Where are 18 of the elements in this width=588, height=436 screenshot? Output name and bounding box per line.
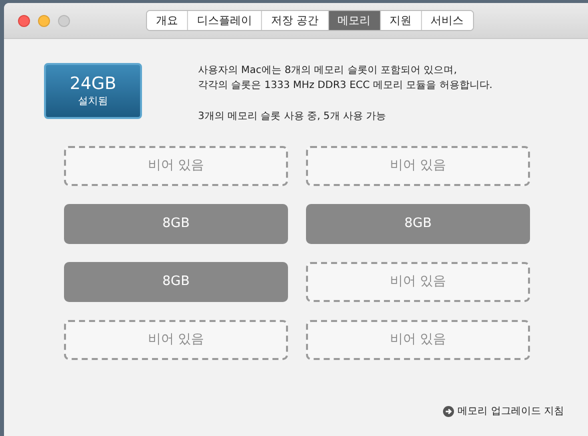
- installed-label: 설치됨: [78, 94, 108, 108]
- tab[interactable]: 개요: [147, 11, 188, 30]
- memory-module: 8GB: [306, 204, 530, 244]
- empty-slot: 비어 있음: [306, 146, 530, 186]
- memory-module: 8GB: [64, 204, 288, 244]
- empty-slot: 비어 있음: [64, 146, 288, 186]
- description-text: 사용자의 Mac에는 8개의 메모리 슬롯이 포함되어 있으며, 각각의 슬롯은 1333 MHz DDR3 ECC 메모리 모듈을 허용합니다.: [198, 64, 492, 93]
- usage-text: 3개의 메모리 슬롯 사용 중, 5개 사용 가능: [198, 110, 388, 124]
- tab[interactable]: 메모리: [328, 11, 380, 30]
- memory-size: 24GB: [70, 74, 116, 94]
- upgrade-link[interactable]: 메모리 업그레이드 지침: [458, 404, 564, 419]
- empty-slot: 비어 있음: [64, 320, 288, 360]
- empty-slot: 비어 있음: [306, 262, 530, 302]
- arrow-circle-icon[interactable]: [442, 406, 454, 417]
- close-button[interactable]: [18, 14, 30, 26]
- memory-module: 8GB: [64, 262, 288, 302]
- empty-slot: 비어 있음: [306, 320, 530, 360]
- minimize-button[interactable]: [38, 14, 50, 26]
